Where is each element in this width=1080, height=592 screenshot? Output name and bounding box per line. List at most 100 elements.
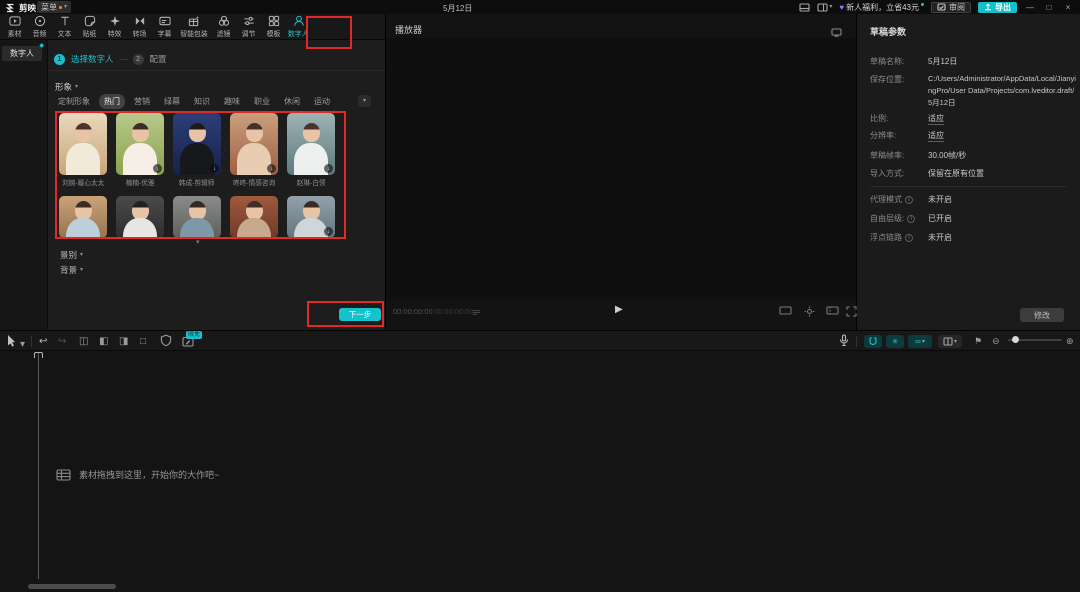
ratio-value[interactable]: 适应 [928, 113, 944, 124]
toolbar-item-sticker[interactable]: 贴纸 [77, 15, 102, 39]
toolbar-item-effects[interactable]: 特效 [102, 15, 127, 39]
undo-icon[interactable]: ↩ [39, 335, 47, 348]
grid-expand-chevron-icon[interactable]: ▾ [196, 238, 200, 246]
framerate-value: 30.00帧/秒 [928, 150, 966, 161]
info-icon[interactable]: i [905, 234, 913, 242]
timecode-settings-icon[interactable] [472, 309, 481, 318]
select-tool-icon[interactable] [6, 334, 17, 351]
category-expand-button[interactable]: ▾ [358, 95, 371, 107]
play-button[interactable]: ▶ [615, 304, 623, 315]
category-casual[interactable]: 休闲 [279, 94, 305, 109]
minimize-button[interactable]: — [1024, 3, 1036, 12]
category-custom[interactable]: 定制形象 [53, 94, 95, 109]
free-layer-value: 已开启 [928, 213, 952, 224]
select-tool-chevron-icon[interactable]: ▾ [20, 338, 25, 351]
ratio-icon[interactable] [779, 306, 792, 317]
toolbar-item-filter[interactable]: 滤镜 [211, 15, 236, 39]
redo-icon[interactable]: ↪ [58, 335, 66, 348]
avatar-image [59, 113, 107, 175]
category-fun[interactable]: 趣味 [219, 94, 245, 109]
trim-right-icon[interactable]: ◨ [119, 335, 128, 348]
modify-button[interactable]: 修改 [1020, 308, 1064, 322]
timeline-zoom-slider-thumb[interactable] [1012, 336, 1019, 343]
avatar-card[interactable] [116, 196, 164, 238]
crop-frame-icon[interactable] [826, 306, 839, 317]
avatar-card[interactable] [173, 196, 221, 238]
resolution-value[interactable]: 适应 [928, 130, 944, 141]
media-icon [9, 15, 21, 27]
auto-snap-toggle[interactable]: ✳ [886, 335, 904, 348]
avatar-image [173, 196, 221, 238]
layout-toggle-icon[interactable] [799, 3, 810, 12]
category-sports[interactable]: 运动 [309, 94, 335, 109]
zoom-out-icon[interactable]: ⊖ [992, 335, 1000, 348]
info-icon[interactable]: i [907, 215, 915, 223]
delete-clip-icon[interactable]: □ [140, 335, 146, 348]
category-marketing[interactable]: 营销 [129, 94, 155, 109]
trim-left-icon[interactable]: ◧ [99, 335, 108, 348]
download-badge-icon: ↓ [324, 164, 333, 173]
avatar-grid-row-2: ↓ [59, 196, 335, 238]
horizontal-scrollbar[interactable] [28, 584, 116, 589]
menu-button[interactable]: 菜单 ▾ [37, 1, 71, 13]
sidebar-item-digital-human[interactable]: 数字人 ◆ [2, 46, 42, 61]
cover-flag-icon[interactable]: ⚑ [974, 335, 982, 348]
toolbar-item-audio[interactable]: 音频 [27, 15, 52, 39]
info-icon[interactable]: i [905, 196, 913, 204]
focus-icon[interactable] [804, 306, 815, 319]
shot-type-dropdown[interactable]: 景别 ▾ [60, 249, 83, 261]
review-button[interactable]: 审阅 [931, 2, 971, 13]
next-step-button[interactable]: 下一步 [339, 308, 381, 321]
avatar-card[interactable]: 刘婉-暖心太太 [59, 113, 107, 188]
effects-icon [109, 15, 121, 27]
export-button[interactable]: 导出 [978, 2, 1017, 13]
fullscreen-icon[interactable] [846, 306, 857, 319]
step-2-label[interactable]: 配置 [150, 53, 167, 65]
avatar-card[interactable]: ↓ 咚咚-情感咨询 [230, 113, 278, 188]
linkage-toggle[interactable]: ∞ ▾ [908, 335, 932, 348]
main-track-magnet-toggle[interactable] [864, 335, 882, 348]
app-logo-text: 剪映 [19, 2, 36, 14]
playhead-line[interactable] [38, 353, 39, 579]
avatar-card[interactable]: ↓ 楠楠-优雅 [116, 113, 164, 188]
category-knowledge[interactable]: 知识 [189, 94, 215, 109]
maximize-button[interactable]: □ [1043, 3, 1055, 12]
toolbar-item-digital-human[interactable]: 数字人 [286, 15, 311, 39]
toolbar-item-template[interactable]: 模板 [261, 15, 286, 39]
close-button[interactable]: × [1062, 3, 1074, 12]
record-voiceover-icon[interactable] [838, 334, 850, 351]
category-hot[interactable]: 热门 [99, 94, 125, 109]
preview-axis-toggle[interactable]: ▾ [938, 335, 962, 348]
filter-icon [218, 15, 230, 27]
toolbar-item-captions[interactable]: 字幕 [152, 15, 177, 39]
avatar-card[interactable]: ↓ 韩成-剪辑师 [173, 113, 221, 188]
toolbar-item-adjust[interactable]: 调节 [236, 15, 261, 39]
captions-icon [159, 15, 171, 27]
avatar-card[interactable] [59, 196, 107, 238]
avatar-card[interactable]: ↓ 赵琳-白领 [287, 113, 335, 188]
zoom-in-icon[interactable]: ⊕ [1066, 335, 1074, 348]
split-clip-icon[interactable]: ◫ [79, 335, 88, 348]
notification-dot [59, 6, 62, 9]
avatar-name: 楠楠-优雅 [126, 178, 155, 188]
category-professional[interactable]: 职业 [249, 94, 275, 109]
category-tabs: 定制形象 热门 营销 绿幕 知识 趣味 职业 休闲 运动 [53, 94, 335, 109]
promo-banner[interactable]: ♥ 新人福利，立省43元 [839, 2, 924, 13]
avatar-card[interactable] [230, 196, 278, 238]
step-1-label[interactable]: 选择数字人 [71, 53, 114, 65]
appearance-section-label[interactable]: 形象 ▾ [55, 81, 78, 93]
toolbar-item-smart-package[interactable]: 智能包装 [177, 15, 211, 39]
draft-name-label: 草稿名称: [870, 56, 904, 67]
toolbar-item-transition[interactable]: 转场 [127, 15, 152, 39]
avatar-card[interactable]: ↓ [287, 196, 335, 238]
background-dropdown[interactable]: 背景 ▾ [60, 264, 83, 276]
save-location-value: C:/Users/Administrator/AppData/Local/Jia… [928, 73, 1076, 109]
workspace-layout-button[interactable]: ▾ [817, 3, 832, 12]
toolbar-item-media[interactable]: 素材 [2, 15, 27, 39]
freeze-frame-icon[interactable] [160, 334, 172, 351]
adjust-icon [243, 15, 255, 27]
toolbar-item-text[interactable]: 文本 [52, 15, 77, 39]
timeline-area[interactable]: 素材拖拽到这里，开始你的大作吧~ [0, 352, 1080, 592]
player-viewport[interactable] [386, 38, 856, 300]
category-greenscreen[interactable]: 绿幕 [159, 94, 185, 109]
